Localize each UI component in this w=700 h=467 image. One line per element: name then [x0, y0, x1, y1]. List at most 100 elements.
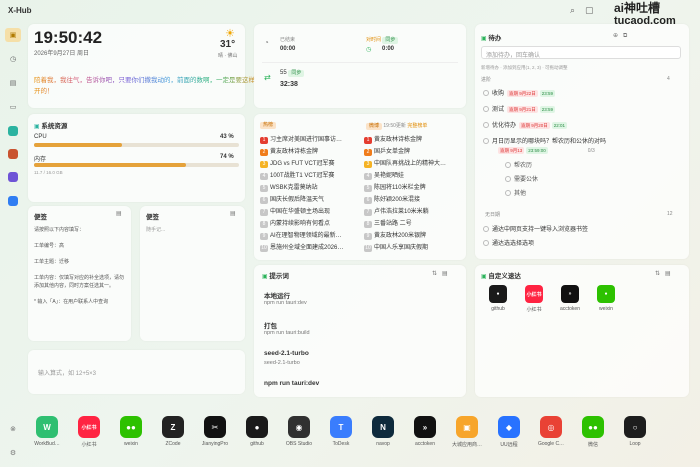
- app-dock: W WorkBud… 小红书 小红书 ●● weixin Z ZCode ✂ JianyingPr…: [30, 408, 670, 458]
- tab-hot[interactable]: 热榜: [260, 122, 277, 129]
- dock-app-14[interactable]: ○ Loop: [618, 416, 652, 447]
- hot-rank: 3: [364, 161, 372, 168]
- custom-app-3[interactable]: ● weixin: [589, 285, 623, 312]
- dock-app-11[interactable]: ◆ UU远程: [492, 416, 526, 448]
- hot-rank: 2: [260, 149, 268, 156]
- sidebar-app-red-icon[interactable]: [8, 149, 18, 159]
- sidebar-clock-icon[interactable]: ◷: [5, 52, 21, 66]
- dock-app-5[interactable]: ● github: [240, 416, 274, 447]
- hot-list-item[interactable]: 1 黄友政林诗栋金牌: [364, 134, 464, 144]
- settings-gear-icon[interactable]: ⚙: [5, 446, 21, 460]
- sidebar-folder-icon[interactable]: ▭: [5, 100, 21, 114]
- app-title: X-Hub: [8, 6, 32, 15]
- todo-item[interactable]: 通达选选择选项: [483, 238, 534, 247]
- prompt-toolbar[interactable]: ⇅ ▤: [432, 270, 448, 277]
- custom-app-2[interactable]: » acctoken: [553, 285, 587, 312]
- dock-app-6[interactable]: ◉ OBS Studio: [282, 416, 316, 447]
- hot-rank: 8: [364, 221, 372, 228]
- hot-rank: 7: [260, 209, 268, 216]
- calculator-card[interactable]: 输入算式，如 12+5×3: [28, 350, 245, 394]
- daily-quote: 陪着我，我往气，告诉你吧，只要你们撒我动的，前面的数啊，一定是要这样开的！: [34, 75, 259, 97]
- note-card-1[interactable]: 便签 ▤ 请按照以下内容填写： 工单编号：高 工单主题：迁移 工单内容：仅填写对…: [28, 206, 131, 341]
- checkbox[interactable]: [483, 90, 489, 97]
- hot-list-item[interactable]: 3 JDG vs FUT VCT冠军赛: [260, 158, 358, 168]
- dock-app-1[interactable]: 小红书 小红书: [72, 416, 106, 448]
- hot-rank: 1: [364, 137, 372, 144]
- hot-list-item[interactable]: 4 100T战胜T1 VCT冠军赛: [260, 170, 358, 180]
- hot-list-item[interactable]: 8 内蒙持续影响有何看点: [260, 218, 358, 228]
- sidebar-app-purple-icon[interactable]: [8, 172, 18, 182]
- dock-app-10[interactable]: ▣ 大城应用商…: [450, 416, 484, 448]
- checkbox[interactable]: [483, 106, 489, 113]
- hot-list-item[interactable]: 4 吴艳妮晒娃: [364, 170, 464, 180]
- checkbox[interactable]: [483, 138, 489, 145]
- todo-item[interactable]: 通达中网页支持一键导入浏览器书签: [483, 224, 588, 233]
- note-menu-icon[interactable]: ▤: [230, 210, 236, 217]
- hot-list-item[interactable]: 9 黄友政林200米银牌: [364, 230, 464, 240]
- dock-app-13[interactable]: ●● 微信: [576, 416, 610, 448]
- dock-app-3[interactable]: Z ZCode: [156, 416, 190, 447]
- hot-list-item[interactable]: 2 国乒女单金牌: [364, 146, 464, 156]
- app-icon: ●●: [582, 416, 604, 438]
- sidebar-doc-icon[interactable]: ▤: [5, 76, 21, 90]
- app-icon: ●: [597, 285, 615, 303]
- overdue-badge: 逾期 9月22日: [507, 90, 538, 97]
- app-icon: ▣: [456, 416, 478, 438]
- calculator-input[interactable]: 输入算式，如 12+5×3: [38, 368, 96, 377]
- app-icon: ●●: [120, 416, 142, 438]
- hot-list-item[interactable]: 7 中国在华盛顿主场出现: [260, 206, 358, 216]
- app-icon: »: [414, 416, 436, 438]
- todo-subitem[interactable]: 需要公休: [505, 174, 538, 183]
- hot-rank: 8: [260, 221, 268, 228]
- app-icon: »: [561, 285, 579, 303]
- dock-app-0[interactable]: W WorkBud…: [30, 416, 64, 447]
- hot-list-item[interactable]: 5 WSBK克雷莫纳站: [260, 182, 358, 192]
- todo-toolbar[interactable]: ⊕ ⧉: [613, 32, 627, 40]
- message-icon[interactable]: ▢: [585, 5, 594, 16]
- custom-app-0[interactable]: ● github: [481, 285, 515, 312]
- hot-list-item[interactable]: 10 恩施州全域全面建成2026…: [260, 242, 358, 252]
- dock-app-4[interactable]: ✂ JianyingPro: [198, 416, 232, 447]
- todo-subitem[interactable]: 帮农历: [505, 160, 532, 169]
- dock-app-9[interactable]: » acctoken: [408, 416, 442, 447]
- hot-list-item[interactable]: 10 中国人乐享国庆假期: [364, 242, 464, 252]
- sidebar-app-blue-icon[interactable]: [8, 196, 18, 206]
- hot-rank: 9: [364, 233, 372, 240]
- hot-list-item[interactable]: 8 三番站路 二号: [364, 218, 464, 228]
- note-menu-icon[interactable]: ▤: [116, 210, 122, 217]
- todo-input[interactable]: 添加待办，回车确认: [481, 46, 681, 59]
- sidebar-app-teal-icon[interactable]: [8, 126, 18, 136]
- todo-item[interactable]: 月日历显示的哪块吗？帮农历和公休的对吗: [483, 136, 606, 145]
- hot-rank: 10: [364, 245, 372, 252]
- hot-list-item[interactable]: 3 中国队再挑战上的精神大…: [364, 158, 464, 168]
- divider: [262, 62, 458, 63]
- checkbox[interactable]: [483, 122, 489, 129]
- todo-subitem[interactable]: 其他: [505, 188, 526, 197]
- hot-list-item[interactable]: 5 陈园将110米栏金牌: [364, 182, 464, 192]
- link-icon[interactable]: ⊗: [5, 422, 21, 436]
- clock-card: 19:50:42 2026年9月27日 周日 ☀ 31° 晴 · 佛山 陪着我，…: [28, 24, 255, 108]
- hot-list-item[interactable]: 6 陈好颖200米混接: [364, 194, 464, 204]
- tab-weibo[interactable]: 微博: [366, 123, 383, 130]
- hot-list-item[interactable]: 6 国庆长假后降温天气: [260, 194, 358, 204]
- hot-list-item[interactable]: 2 黄友政林诗栋金牌: [260, 146, 358, 156]
- search-icon[interactable]: ⌕: [570, 5, 575, 16]
- sidebar-home-icon[interactable]: ▣: [5, 28, 21, 42]
- hot-list-item[interactable]: 1 习主席对美国进行国事访…: [260, 134, 358, 144]
- dock-app-8[interactable]: Nnavop: [366, 416, 400, 447]
- todo-item[interactable]: 测试 逾期 9月21日 23:59: [483, 104, 556, 113]
- custom-toolbar[interactable]: ⇅ ▤: [655, 270, 671, 277]
- cpu-bar: [34, 143, 239, 147]
- dock-app-12[interactable]: ◎ Google C…: [534, 416, 568, 447]
- todo-item[interactable]: 优化待办 逾期 9月20日 22:01: [483, 120, 568, 129]
- dock-app-2[interactable]: ●● weixin: [114, 416, 148, 447]
- note-card-2[interactable]: 便签 ▤ 随手记...: [140, 206, 245, 341]
- hot-rank: 3: [260, 161, 268, 168]
- todo-item[interactable]: 收购 逾期 9月22日 23:59: [483, 88, 556, 97]
- hot-list-item[interactable]: 7 卢伟浩拉莱10米米躺: [364, 206, 464, 216]
- custom-app-1[interactable]: 小红书 小红书: [517, 285, 551, 313]
- hot-rank: 5: [364, 185, 372, 192]
- hot-list-item[interactable]: 9 AI在理智物理领域的最新…: [260, 230, 358, 240]
- dock-app-7[interactable]: T ToDesk: [324, 416, 358, 447]
- prompt-icon: ▣: [262, 274, 268, 280]
